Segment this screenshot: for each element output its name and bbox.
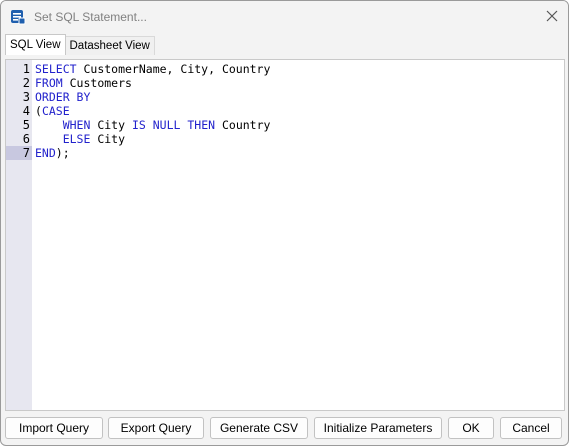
sql-code[interactable]: SELECT CustomerName, City, Country FROM C… (35, 62, 564, 160)
line-number: 2 (22, 76, 30, 90)
sql-text: Customers (62, 76, 132, 90)
sql-editor[interactable]: 1234567 SELECT CustomerName, City, Count… (5, 59, 565, 411)
line-number: 4 (22, 104, 30, 118)
line-number: 7 (6, 146, 32, 160)
initialize-parameters-button[interactable]: Initialize Parameters (314, 417, 442, 439)
sql-keyword: ELSE (62, 132, 91, 146)
sql-text: ); (55, 146, 70, 160)
close-icon (546, 10, 558, 25)
sql-text: City (90, 118, 132, 132)
ok-button[interactable]: OK (448, 417, 494, 439)
code-line: WHEN City IS NULL THEN Country (35, 118, 564, 132)
window-title: Set SQL Statement... (34, 10, 147, 24)
sql-text: ( (35, 104, 42, 118)
database-icon (10, 9, 26, 25)
line-number: 5 (22, 118, 30, 132)
generate-csv-button[interactable]: Generate CSV (210, 417, 308, 439)
sql-keyword: FROM (35, 76, 63, 90)
tab-strip: SQL View Datasheet View (5, 34, 155, 55)
title-bar: Set SQL Statement... (1, 1, 568, 34)
line-number: 1 (22, 62, 30, 76)
export-query-button[interactable]: Export Query (108, 417, 204, 439)
sql-keyword: SELECT (35, 62, 77, 76)
sql-keyword: IS NULL THEN (131, 118, 216, 132)
code-line: (CASE (35, 104, 564, 118)
dialog-window: Set SQL Statement... SQL View Datasheet … (0, 0, 569, 446)
code-line: ELSE City (35, 132, 564, 146)
sql-text: CustomerName, City, Country (76, 62, 271, 76)
line-number: 3 (22, 90, 30, 104)
cancel-button[interactable]: Cancel (500, 417, 562, 439)
sql-keyword: WHEN (62, 118, 91, 132)
code-line: ORDER BY (35, 90, 564, 104)
sql-text: City (90, 132, 126, 146)
button-bar: Import Query Export Query Generate CSV I… (1, 417, 568, 439)
line-number-gutter: 1234567 (6, 60, 32, 410)
code-line: END); (35, 146, 564, 160)
sql-keyword: ORDER BY (35, 90, 91, 104)
sql-keyword: CASE (41, 104, 70, 118)
line-number: 6 (22, 132, 30, 146)
import-query-button[interactable]: Import Query (5, 417, 103, 439)
sql-keyword: END (35, 146, 56, 160)
tab-sql-view[interactable]: SQL View (5, 34, 66, 55)
code-line: FROM Customers (35, 76, 564, 90)
sql-text: Country (215, 118, 271, 132)
close-button[interactable] (537, 4, 567, 31)
code-line: SELECT CustomerName, City, Country (35, 62, 564, 76)
tab-datasheet-view[interactable]: Datasheet View (64, 36, 155, 55)
